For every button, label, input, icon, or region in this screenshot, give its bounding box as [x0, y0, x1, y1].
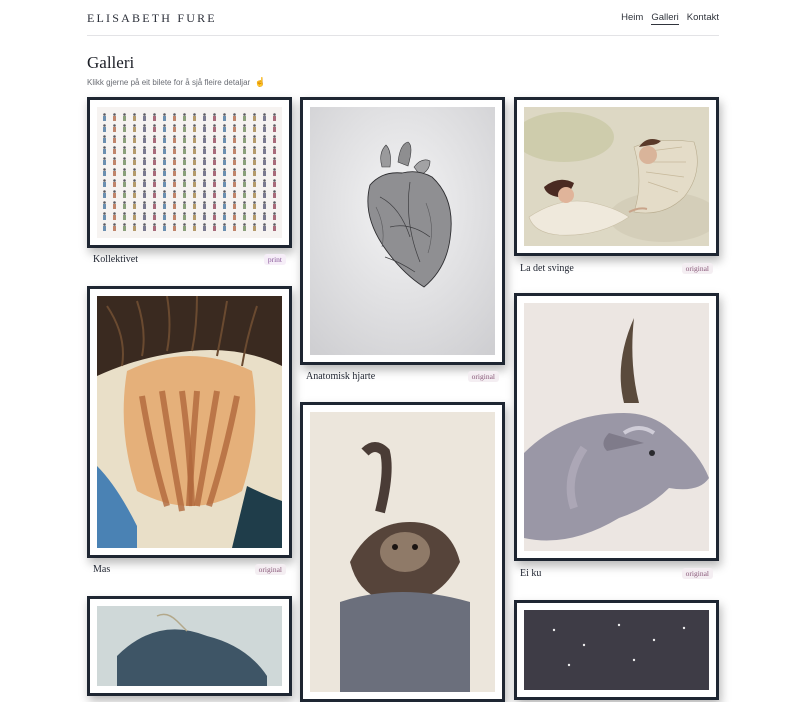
main-nav: Heim Galleri Kontakt [621, 12, 719, 25]
artwork-frame[interactable] [300, 97, 505, 365]
gallery-card-kollektivet[interactable]: Kollektivet print [87, 97, 292, 272]
subtitle-text: Klikk gjerne på eit bilete for å sjå fle… [87, 78, 251, 87]
artwork-title: Mas [93, 564, 111, 575]
artwork-title: La det svinge [520, 263, 574, 274]
gallery-card-anatomisk-hjarte[interactable]: Anatomisk hjarte original [300, 97, 505, 390]
site-brand[interactable]: ELISABETH FURE [87, 11, 217, 26]
nav-link-galleri[interactable]: Galleri [651, 12, 679, 25]
card-caption: Anatomisk hjarte original [306, 371, 499, 382]
artwork-title: Ei ku [520, 568, 542, 579]
site-header: ELISABETH FURE Heim Galleri Kontakt [87, 0, 719, 36]
card-caption: La det svinge original [520, 263, 713, 274]
artwork-type-badge: original [467, 371, 499, 382]
artwork-type-badge: print [263, 254, 286, 265]
artwork-image[interactable] [97, 107, 282, 238]
artwork-frame[interactable] [300, 402, 505, 702]
nav-link-kontakt[interactable]: Kontakt [687, 12, 719, 25]
gallery-card-ei-ku[interactable]: Ei ku original [514, 293, 719, 589]
gallery-card-bottom-left[interactable] [87, 596, 292, 696]
artwork-frame[interactable] [87, 286, 292, 558]
artwork-type-badge: original [254, 564, 286, 575]
artwork-frame[interactable] [514, 600, 719, 700]
gallery-card-chimpanzee[interactable] [300, 402, 505, 702]
artwork-title: Kollektivet [93, 254, 138, 265]
artwork-image[interactable] [97, 606, 282, 686]
artwork-frame[interactable] [87, 596, 292, 696]
artwork-type-badge: original [681, 263, 713, 274]
gallery-card-bottom-right[interactable] [514, 600, 719, 700]
artwork-image[interactable] [524, 610, 709, 690]
artwork-title: Anatomisk hjarte [306, 371, 376, 382]
card-caption: Ei ku original [520, 568, 713, 579]
gallery-card-mas[interactable]: Mas original [87, 286, 292, 582]
artwork-image[interactable] [524, 303, 709, 551]
artwork-frame[interactable] [514, 293, 719, 561]
artwork-image[interactable] [310, 107, 495, 355]
artwork-image[interactable] [310, 412, 495, 692]
artwork-frame[interactable] [87, 97, 292, 248]
artwork-image[interactable] [524, 107, 709, 246]
artwork-frame[interactable] [514, 97, 719, 256]
page-subtitle: Klikk gjerne på eit bilete for å sjå fle… [87, 77, 266, 88]
pointer-icon: ☝ [254, 77, 266, 87]
page-title: Galleri [87, 53, 135, 72]
card-caption: Mas original [93, 564, 286, 575]
artwork-type-badge: original [681, 568, 713, 579]
card-caption: Kollektivet print [93, 254, 286, 265]
nav-link-heim[interactable]: Heim [621, 12, 643, 25]
artwork-image[interactable] [97, 296, 282, 548]
gallery-card-la-det-svinge[interactable]: La det svinge original [514, 97, 719, 279]
